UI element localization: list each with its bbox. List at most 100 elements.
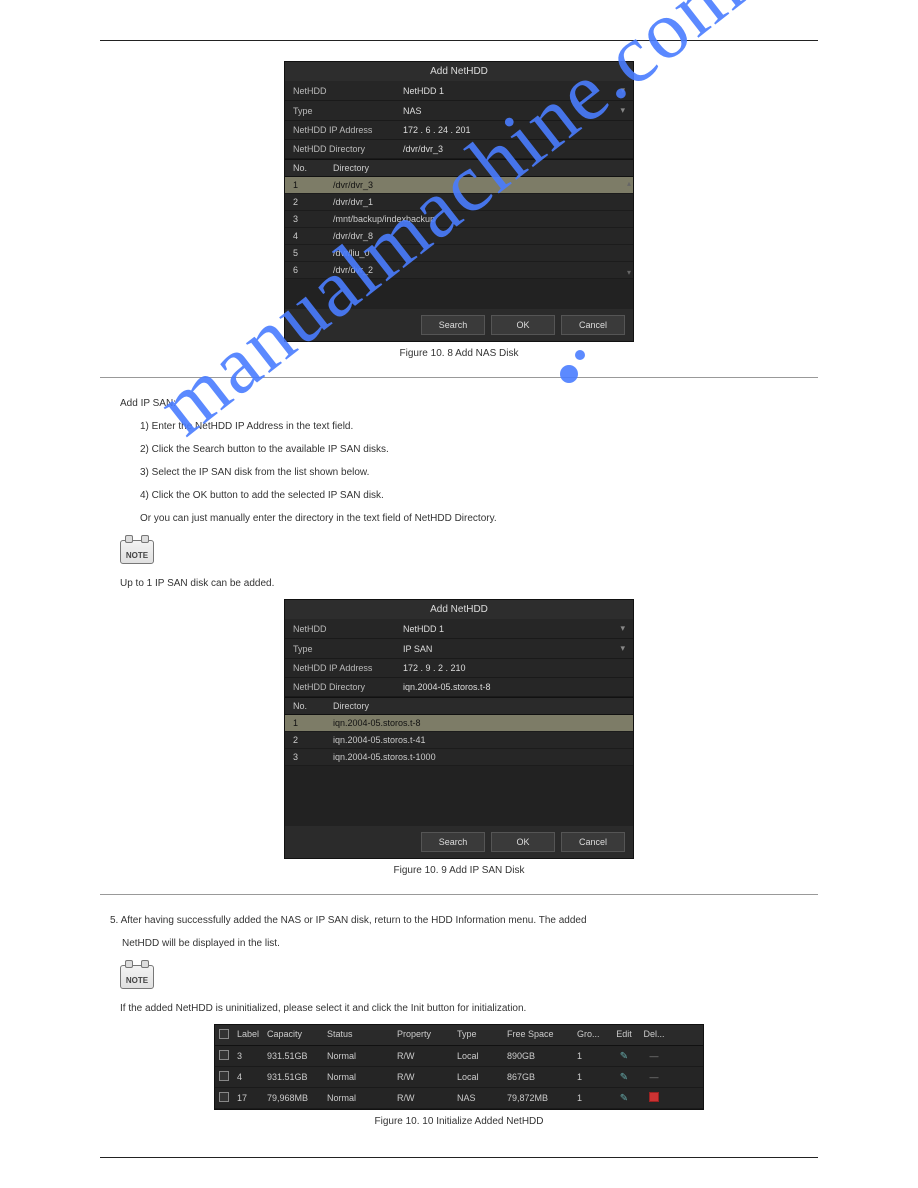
field-value: iqn.2004-05.storos.t-8	[403, 682, 625, 692]
row-dir: /dvr/dvr_1	[333, 197, 373, 207]
ip-input[interactable]: NetHDD IP Address 172 . 6 . 24 . 201	[285, 121, 633, 140]
table-row[interactable]: 4 931.51GB Normal R/W Local 867GB 1 ✎ —	[215, 1067, 703, 1088]
note-text: Up to 1 IP SAN disk can be added.	[120, 576, 818, 591]
dialog-title: Add NetHDD	[285, 600, 633, 619]
row-property: R/W	[393, 1089, 453, 1107]
delete-disabled-icon: —	[639, 1047, 669, 1065]
field-value: IP SAN	[403, 644, 620, 654]
field-label: NetHDD Directory	[293, 682, 403, 692]
row-free: 890GB	[503, 1047, 573, 1065]
checkbox-all[interactable]	[215, 1025, 233, 1045]
type-select[interactable]: Type IP SAN ▾	[285, 639, 633, 659]
row-dir: /dvr/liu_0	[333, 248, 370, 258]
col-status: Status	[323, 1025, 393, 1045]
row-dir: iqn.2004-05.storos.t-8	[333, 718, 421, 728]
scroll-up-icon[interactable]: ▴	[627, 179, 631, 188]
search-button[interactable]: Search	[421, 315, 485, 335]
col-group: Gro...	[573, 1025, 609, 1045]
list-item[interactable]: 6/dvr/dvr_2	[285, 262, 633, 279]
page-rule-bottom	[100, 1157, 818, 1158]
field-value: 172 . 6 . 24 . 201	[403, 125, 625, 135]
cancel-button[interactable]: Cancel	[561, 315, 625, 335]
row-dir: /dvr/dvr_2	[333, 265, 373, 275]
field-value: NetHDD 1	[403, 86, 620, 96]
row-group: 1	[573, 1047, 609, 1065]
chevron-down-icon: ▾	[620, 643, 625, 654]
field-value: NAS	[403, 106, 620, 116]
edit-icon[interactable]: ✎	[609, 1068, 639, 1087]
field-value: /dvr/dvr_3	[403, 144, 625, 154]
list-item[interactable]: 3/mnt/backup/indexbackup	[285, 211, 633, 228]
directory-input[interactable]: NetHDD Directory /dvr/dvr_3	[285, 140, 633, 159]
row-capacity: 79,968MB	[263, 1089, 323, 1107]
cancel-button[interactable]: Cancel	[561, 832, 625, 852]
directory-input[interactable]: NetHDD Directory iqn.2004-05.storos.t-8	[285, 678, 633, 697]
list-item[interactable]: 5/dvr/liu_0	[285, 245, 633, 262]
scroll-down-icon[interactable]: ▾	[627, 268, 631, 277]
trash-icon[interactable]	[639, 1088, 669, 1108]
note-text: If the added NetHDD is uninitialized, pl…	[120, 1001, 818, 1016]
field-label: Type	[293, 644, 403, 654]
add-nethdd-dialog-ipsan: Add NetHDD NetHDD NetHDD 1 ▾ Type IP SAN…	[284, 599, 634, 859]
row-no: 1	[293, 180, 333, 190]
nethdd-select[interactable]: NetHDD NetHDD 1 ▾	[285, 81, 633, 101]
type-select[interactable]: Type NAS ▾	[285, 101, 633, 121]
list-item[interactable]: 1iqn.2004-05.storos.t-8	[285, 715, 633, 732]
step-text: 1) Enter the NetHDD IP Address in the te…	[140, 419, 818, 434]
chevron-down-icon: ▾	[620, 623, 625, 634]
list-item[interactable]: 4/dvr/dvr_8	[285, 228, 633, 245]
chevron-down-icon: ▾	[620, 85, 625, 96]
ok-button[interactable]: OK	[491, 832, 555, 852]
list-item[interactable]: 1/dvr/dvr_3	[285, 177, 633, 194]
row-checkbox[interactable]	[215, 1067, 233, 1087]
list-item[interactable]: 2iqn.2004-05.storos.t-41	[285, 732, 633, 749]
row-no: 5	[293, 248, 333, 258]
ok-button[interactable]: OK	[491, 315, 555, 335]
row-checkbox[interactable]	[215, 1088, 233, 1108]
col-delete: Del...	[639, 1025, 669, 1045]
row-checkbox[interactable]	[215, 1046, 233, 1066]
row-dir: /dvr/dvr_8	[333, 231, 373, 241]
row-free: 867GB	[503, 1068, 573, 1086]
separator	[100, 377, 818, 378]
row-no: 4	[293, 231, 333, 241]
note-icon: NOTE	[120, 540, 154, 564]
col-edit: Edit	[609, 1025, 639, 1045]
table-row[interactable]: 3 931.51GB Normal R/W Local 890GB 1 ✎ —	[215, 1046, 703, 1067]
row-label: 4	[233, 1068, 263, 1086]
row-property: R/W	[393, 1047, 453, 1065]
list-item[interactable]: 2/dvr/dvr_1	[285, 194, 633, 211]
row-free: 79,872MB	[503, 1089, 573, 1107]
step-text: 4) Click the OK button to add the select…	[140, 488, 818, 503]
row-no: 3	[293, 214, 333, 224]
field-label: NetHDD	[293, 624, 403, 634]
ip-input[interactable]: NetHDD IP Address 172 . 9 . 2 . 210	[285, 659, 633, 678]
table-row[interactable]: 17 79,968MB Normal R/W NAS 79,872MB 1 ✎	[215, 1088, 703, 1109]
step-text: 2) Click the Search button to the availa…	[140, 442, 818, 457]
delete-disabled-icon: —	[639, 1068, 669, 1086]
nethdd-select[interactable]: NetHDD NetHDD 1 ▾	[285, 619, 633, 639]
edit-icon[interactable]: ✎	[609, 1047, 639, 1066]
figure-caption: Figure 10. 8 Add NAS Disk	[100, 348, 818, 359]
row-property: R/W	[393, 1068, 453, 1086]
hdd-info-table: Label Capacity Status Property Type Free…	[214, 1024, 704, 1110]
col-label: Label	[233, 1025, 263, 1045]
dialog-gap	[285, 279, 633, 309]
row-no: 2	[293, 735, 333, 745]
row-type: Local	[453, 1068, 503, 1086]
chevron-down-icon: ▾	[620, 105, 625, 116]
row-no: 2	[293, 197, 333, 207]
row-capacity: 931.51GB	[263, 1068, 323, 1086]
edit-icon[interactable]: ✎	[609, 1089, 639, 1108]
row-group: 1	[573, 1068, 609, 1086]
step-text: 3) Select the IP SAN disk from the list …	[140, 465, 818, 480]
field-label: NetHDD Directory	[293, 144, 403, 154]
dialog-title: Add NetHDD	[285, 62, 633, 81]
dialog-buttons: Search OK Cancel	[285, 309, 633, 341]
search-button[interactable]: Search	[421, 832, 485, 852]
row-type: NAS	[453, 1089, 503, 1107]
field-label: NetHDD IP Address	[293, 663, 403, 673]
row-status: Normal	[323, 1068, 393, 1086]
list-item[interactable]: 3iqn.2004-05.storos.t-1000	[285, 749, 633, 766]
field-value: 172 . 9 . 2 . 210	[403, 663, 625, 673]
